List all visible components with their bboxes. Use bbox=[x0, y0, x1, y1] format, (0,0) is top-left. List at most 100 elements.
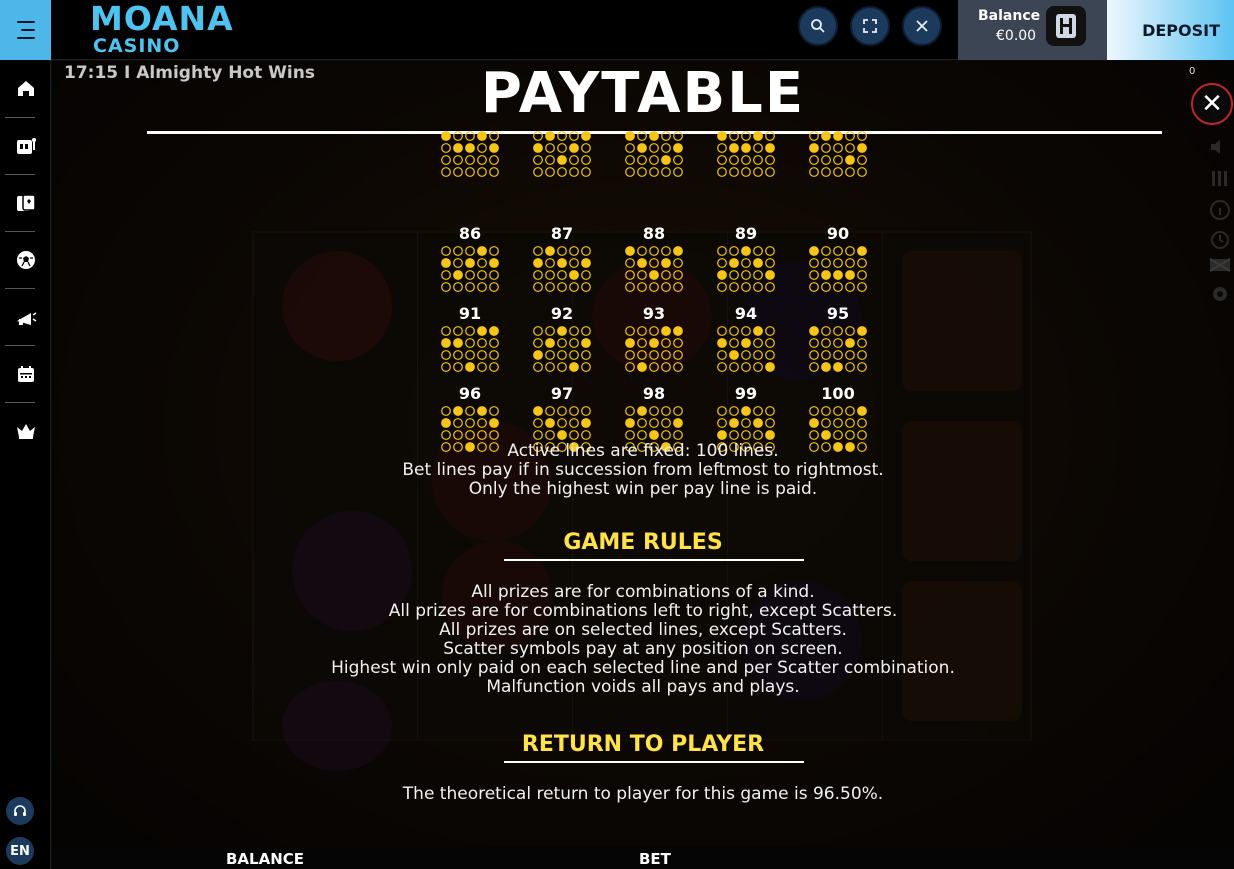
slot-machine-icon[interactable] bbox=[0, 118, 51, 174]
home-icon[interactable] bbox=[0, 60, 51, 116]
payline-dot-active bbox=[673, 246, 683, 256]
payline-dot bbox=[673, 406, 683, 416]
live-casino-icon[interactable] bbox=[0, 175, 51, 231]
headset-icon[interactable] bbox=[6, 797, 34, 825]
payline-dot bbox=[741, 326, 751, 336]
payline-number: 86 bbox=[459, 224, 481, 243]
payline-dot bbox=[741, 350, 751, 360]
game-rule-line: Malfunction voids all pays and plays. bbox=[486, 677, 800, 697]
payline-dot-active bbox=[649, 338, 659, 348]
payline-dot bbox=[637, 246, 647, 256]
payline-dot-active bbox=[557, 430, 567, 440]
payline-dot bbox=[569, 246, 579, 256]
payline-dot-active bbox=[533, 406, 543, 416]
rtp-divider bbox=[504, 761, 804, 763]
payline-dot bbox=[857, 350, 867, 360]
payline-dot bbox=[557, 338, 567, 348]
payline-dot-active bbox=[765, 143, 775, 153]
close-paytable-button[interactable]: ✕ bbox=[1191, 83, 1233, 125]
payline-dot bbox=[753, 155, 763, 165]
payline-dot-active bbox=[809, 326, 819, 336]
payline-dot bbox=[821, 350, 831, 360]
payline-dot bbox=[489, 282, 499, 292]
payline-dot-active bbox=[533, 350, 543, 360]
payline-dot-active bbox=[441, 258, 451, 268]
casino-logo[interactable]: MOANA CASINO bbox=[90, 2, 233, 57]
calendar-icon[interactable] bbox=[0, 346, 51, 402]
deposit-button[interactable]: DEPOSIT bbox=[1107, 0, 1234, 60]
bet-footer-label: BET bbox=[639, 850, 671, 868]
payline-dot bbox=[857, 270, 867, 280]
payline-dot bbox=[845, 362, 855, 372]
payline-dot-active bbox=[741, 338, 751, 348]
payline-dot-active bbox=[625, 131, 635, 141]
payline-dot bbox=[809, 282, 819, 292]
payline-dot-active bbox=[845, 155, 855, 165]
payline-dot bbox=[533, 362, 543, 372]
payline-pattern bbox=[533, 246, 591, 292]
search-icon bbox=[811, 19, 825, 33]
payline-pattern bbox=[717, 131, 775, 177]
payline-dot bbox=[557, 246, 567, 256]
payline-dot bbox=[465, 406, 475, 416]
payline-dot bbox=[649, 143, 659, 153]
game-rule-line: Scatter symbols pay at any position on s… bbox=[443, 639, 843, 659]
game-rule-line: All prizes are for combinations of a kin… bbox=[471, 582, 815, 602]
paylines-grid: 86 87 88 89 90 91 92 93 94 95 96 97 98 99 100 bbox=[441, 131, 867, 452]
payline-dot bbox=[533, 270, 543, 280]
payline-dot bbox=[441, 167, 451, 177]
payline-pattern bbox=[809, 131, 867, 177]
payline-dot bbox=[765, 350, 775, 360]
payline-dot-active bbox=[441, 131, 451, 141]
payline-dot bbox=[821, 258, 831, 268]
payline-dot bbox=[809, 338, 819, 348]
payline-dot-active bbox=[857, 326, 867, 336]
payline-dot bbox=[661, 282, 671, 292]
sports-icon[interactable] bbox=[0, 232, 51, 288]
user-avatar-icon[interactable] bbox=[1046, 6, 1086, 46]
payline-dot bbox=[637, 430, 647, 440]
payline-dot-active bbox=[649, 430, 659, 440]
payline-dot-active bbox=[569, 143, 579, 153]
payline-dot bbox=[533, 246, 543, 256]
payline-dot bbox=[809, 131, 819, 141]
close-icon: ✕ bbox=[1201, 89, 1223, 119]
payline-dot bbox=[533, 167, 543, 177]
payline-number: 99 bbox=[735, 384, 757, 403]
payline-dot bbox=[765, 155, 775, 165]
balance-widget[interactable]: Balance €0.00 bbox=[958, 0, 1107, 60]
payline-pattern bbox=[441, 131, 499, 177]
payline-dot bbox=[753, 406, 763, 416]
payline-dot-active bbox=[489, 326, 499, 336]
payline-dot bbox=[717, 362, 727, 372]
payline-dot-active bbox=[441, 338, 451, 348]
payline-dot bbox=[765, 131, 775, 141]
hamburger-icon[interactable] bbox=[0, 0, 51, 60]
payline-dot bbox=[845, 326, 855, 336]
payline-dot bbox=[533, 131, 543, 141]
payline-dot bbox=[533, 155, 543, 165]
payline-dot bbox=[625, 406, 635, 416]
payline-dot-active bbox=[637, 406, 647, 416]
payline-dot bbox=[581, 246, 591, 256]
payline-dot-active bbox=[545, 246, 555, 256]
payline-dot bbox=[545, 167, 555, 177]
payline-dot-active bbox=[717, 430, 727, 440]
payline-dot bbox=[717, 155, 727, 165]
payline-dot-active bbox=[441, 418, 451, 428]
search-button[interactable] bbox=[798, 6, 838, 46]
close-game-button[interactable] bbox=[902, 6, 942, 46]
payline-dot bbox=[569, 406, 579, 416]
language-selector[interactable]: EN bbox=[6, 837, 34, 865]
payline-dot-active bbox=[489, 418, 499, 428]
payline-dot bbox=[441, 282, 451, 292]
payline-dot bbox=[673, 282, 683, 292]
promotions-icon[interactable] bbox=[0, 289, 51, 345]
payline-dot bbox=[821, 155, 831, 165]
fullscreen-button[interactable] bbox=[850, 6, 890, 46]
payline-dot bbox=[673, 362, 683, 372]
vip-crown-icon[interactable] bbox=[0, 403, 51, 459]
payline-dot bbox=[833, 282, 843, 292]
payline-dot bbox=[557, 418, 567, 428]
payline-dot bbox=[545, 350, 555, 360]
